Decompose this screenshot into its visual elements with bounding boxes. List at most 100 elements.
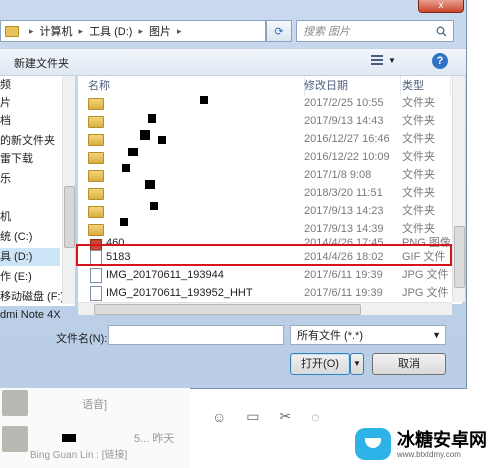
file-type: 文件夹	[402, 187, 435, 199]
nav-item-drive-c[interactable]: 统 (C:)	[0, 228, 32, 246]
view-options-button[interactable]: ▼	[370, 53, 396, 67]
file-row[interactable]: 2017/2/25 10:55 文件夹	[78, 94, 452, 112]
file-list-horizontal-scrollbar[interactable]	[78, 302, 452, 315]
file-date: 2016/12/27 16:46	[304, 133, 390, 145]
chat-toolbar: ☺ ▭ ✂ ◌	[212, 408, 320, 425]
column-name[interactable]: 名称	[88, 76, 305, 96]
folder-icon[interactable]: ▭	[246, 408, 259, 425]
redaction-mark	[62, 434, 76, 442]
nav-item-phone[interactable]: dmi Note 4X	[0, 306, 61, 324]
file-row[interactable]: IMG_20170611_193952_HHT 2017/6/11 19:39 …	[78, 284, 452, 302]
nav-item-drive-f[interactable]: 移动磁盘 (F:)	[0, 288, 64, 306]
nav-item-computer[interactable]: 机	[0, 208, 11, 226]
address-bar[interactable]: ▸ 计算机 ▸ 工具 (D:) ▸ 图片 ▸	[0, 20, 266, 42]
folder-icon	[88, 98, 104, 110]
jpg-file-icon	[90, 286, 102, 301]
chat-bubble-icon[interactable]: ◌	[311, 409, 319, 425]
nav-item-music[interactable]: 乐	[0, 170, 11, 188]
file-row[interactable]: 2017/9/13 14:23 文件夹	[78, 202, 452, 220]
file-date: 2018/3/20 11:51	[304, 187, 383, 199]
emoji-icon[interactable]: ☺	[212, 409, 226, 425]
file-date: 2017/6/11 19:39	[304, 269, 383, 281]
chevron-right-icon[interactable]: ▸	[79, 26, 84, 37]
nav-item-videos[interactable]: 频	[0, 76, 11, 94]
file-type: 文件夹	[402, 169, 435, 181]
refresh-icon: ⟳	[274, 25, 284, 38]
toolbar: 新建文件夹 ▼ ?	[0, 48, 466, 76]
chevron-right-icon[interactable]: ▸	[138, 26, 143, 37]
scrollbar-thumb[interactable]	[454, 226, 465, 288]
file-date: 2017/9/13 14:43	[304, 115, 384, 127]
filename-label: 文件名(N):	[56, 333, 108, 345]
file-row[interactable]: 2017/9/13 14:43 文件夹	[78, 112, 452, 130]
redaction-mark	[150, 202, 158, 210]
file-type: 文件夹	[402, 151, 435, 163]
file-list: 名称 修改日期 类型 2017/2/25 10:55 文件夹 2017/9/13…	[78, 76, 462, 304]
help-button[interactable]: ?	[432, 53, 448, 69]
file-row[interactable]: 2017/1/8 9:08 文件夹	[78, 166, 452, 184]
search-icon	[436, 26, 447, 36]
open-button[interactable]: 打开(O)	[290, 353, 350, 375]
avatar[interactable]	[2, 426, 28, 452]
selection-highlight	[76, 244, 452, 266]
open-options-button[interactable]: ▼	[350, 353, 364, 375]
file-row[interactable]: 2018/3/20 11:51 文件夹	[78, 184, 452, 202]
column-date[interactable]: 修改日期	[304, 76, 401, 96]
nav-item-pictures[interactable]: 片	[0, 94, 11, 112]
chat-preview: Bing Guan Lin : [链接]	[30, 450, 128, 461]
watermark-logo-icon	[355, 428, 391, 460]
scrollbar-thumb[interactable]	[94, 304, 361, 315]
nav-item-new-folder[interactable]: 的新文件夹	[0, 132, 55, 150]
watermark-title: 冰糖安卓网	[397, 429, 487, 450]
watermark: 冰糖安卓网 www.btxtdmy.com	[355, 428, 487, 460]
column-type[interactable]: 类型	[402, 76, 451, 96]
file-date: 2016/12/22 10:09	[304, 151, 390, 163]
nav-item-thunder-downloads[interactable]: 雷下载	[0, 150, 33, 168]
file-date: 2017/6/11 19:39	[304, 287, 383, 299]
folder-icon	[88, 188, 104, 200]
nav-item-documents[interactable]: 档	[0, 112, 11, 130]
view-list-icon	[371, 55, 383, 65]
redaction-mark	[200, 96, 208, 104]
chat-list: 语音] 5... 昨天 Bing Guan Lin : [链接]	[0, 388, 190, 468]
filename-input[interactable]	[108, 325, 284, 345]
folder-icon	[88, 170, 104, 182]
cancel-button[interactable]: 取消	[372, 353, 446, 375]
breadcrumb-pictures[interactable]: 图片	[149, 23, 171, 39]
file-type: 文件夹	[402, 133, 435, 145]
refresh-button[interactable]: ⟳	[266, 20, 292, 42]
file-date: 2017/9/13 14:23	[304, 205, 384, 217]
file-type: JPG 文件	[402, 269, 449, 281]
file-row[interactable]: IMG_20170611_193944 2017/6/11 19:39 JPG …	[78, 266, 452, 284]
nav-scrollbar[interactable]	[62, 76, 75, 304]
chat-preview: 5... 昨天	[134, 433, 175, 445]
search-input[interactable]: 搜索 图片	[296, 20, 454, 42]
file-type: JPG 文件	[402, 287, 449, 299]
redaction-mark	[128, 148, 138, 156]
redaction-mark	[120, 218, 128, 226]
close-button[interactable]: x	[418, 0, 464, 13]
nav-item-drive-d[interactable]: 具 (D:)	[0, 248, 60, 266]
folder-icon	[88, 152, 104, 164]
avatar[interactable]	[2, 390, 28, 416]
breadcrumb-drive-d[interactable]: 工具 (D:)	[89, 23, 132, 39]
file-list-vertical-scrollbar[interactable]	[452, 76, 465, 302]
chevron-down-icon: ▼	[353, 359, 361, 368]
folder-icon	[5, 25, 19, 37]
file-type: 文件夹	[402, 115, 435, 127]
nav-item-drive-e[interactable]: 作 (E:)	[0, 268, 32, 286]
watermark-url: www.btxtdmy.com	[397, 449, 461, 459]
redaction-mark	[145, 180, 155, 189]
breadcrumb-computer[interactable]: 计算机	[40, 23, 73, 39]
folder-icon	[88, 116, 104, 128]
scissors-icon[interactable]: ✂	[280, 408, 292, 425]
redaction-mark	[158, 136, 166, 144]
folder-icon	[88, 224, 104, 236]
file-type-select[interactable]: 所有文件 (*.*) ▼	[290, 325, 446, 345]
file-type: 文件夹	[402, 205, 435, 217]
new-folder-button[interactable]: 新建文件夹	[14, 55, 69, 71]
file-row[interactable]: 2016/12/27 16:46 文件夹	[78, 130, 452, 148]
file-date: 2017/1/8 9:08	[304, 169, 372, 181]
nav-scrollbar-thumb[interactable]	[64, 186, 75, 248]
chevron-right-icon[interactable]: ▸	[177, 26, 182, 37]
